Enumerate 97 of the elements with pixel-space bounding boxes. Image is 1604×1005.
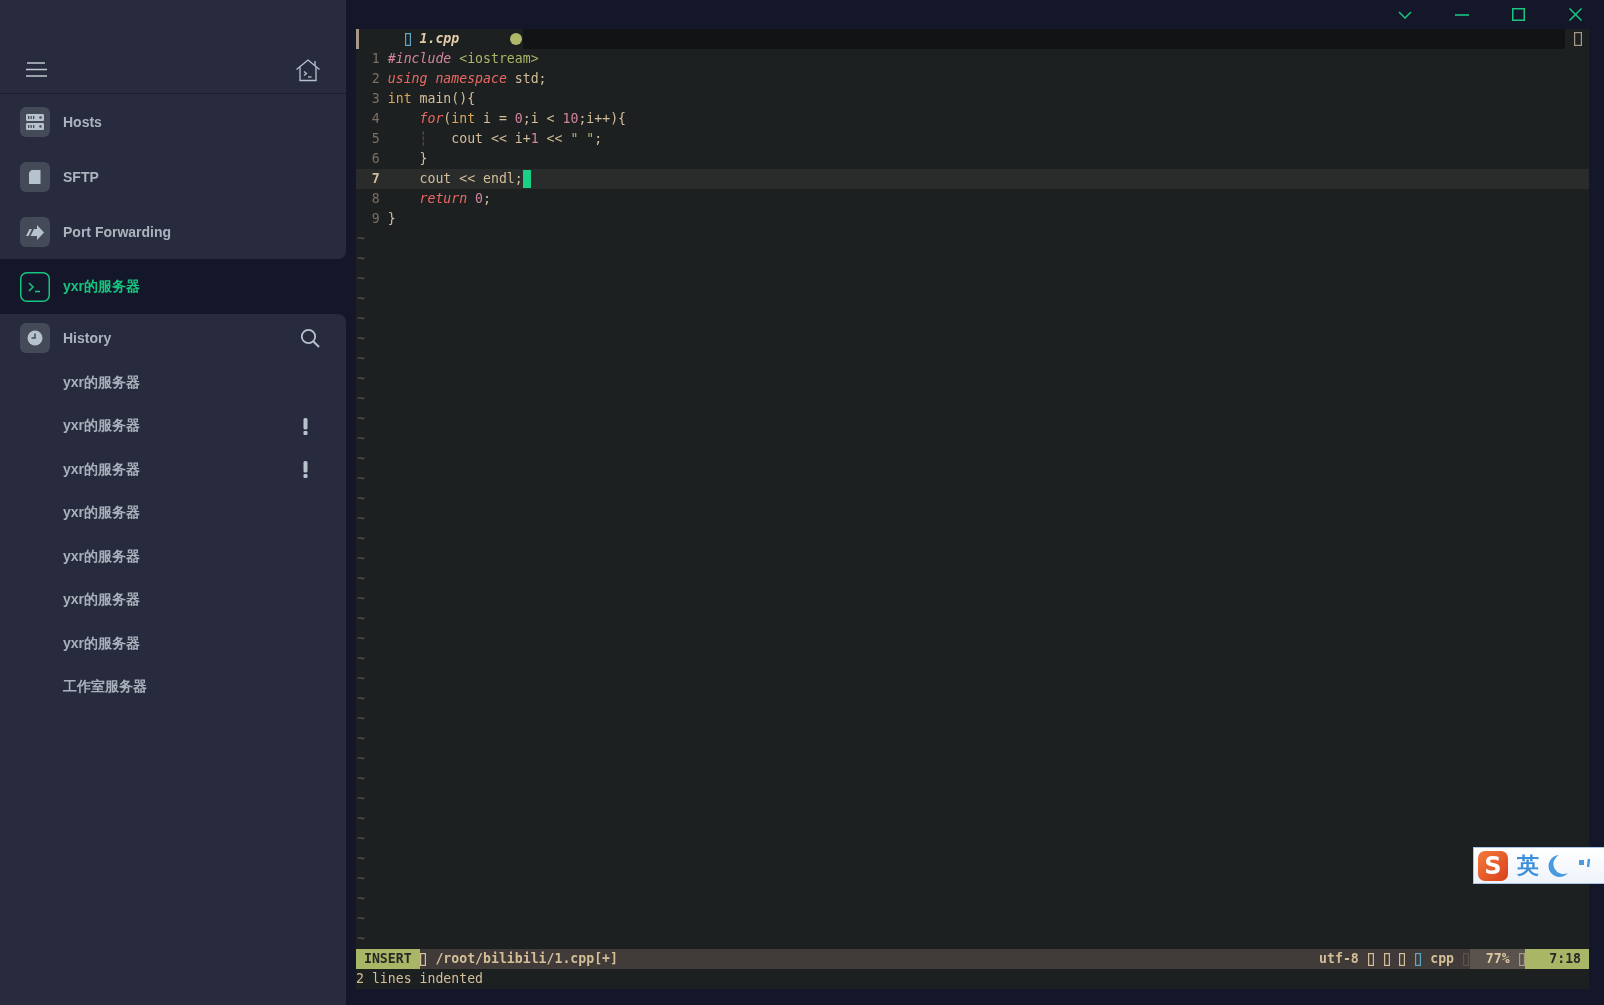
code-line: for(int i = 0;i < 10;i++){ — [419, 110, 626, 128]
empty-line-marker: ~ — [357, 810, 365, 828]
file-path: /root/bilibili/1.cpp[+] — [435, 950, 618, 968]
empty-line-marker: ~ — [357, 670, 365, 688]
sidebar-item[interactable]: Port Forwarding — [0, 204, 346, 259]
code-line: cout << endl; — [419, 170, 523, 188]
scroll-percent: 77% — [1485, 950, 1510, 968]
editor-tab[interactable]: 1.cpp — [356, 29, 523, 49]
line-number: 1 — [371, 50, 380, 68]
empty-line-marker: ~ — [357, 730, 365, 748]
empty-line-marker: ~ — [357, 230, 365, 248]
line-number: 6 — [371, 150, 380, 168]
empty-line-marker: ~ — [357, 570, 365, 588]
command-message: 2 lines indented — [356, 970, 484, 988]
empty-line-marker: ~ — [357, 750, 365, 768]
menu-icon[interactable] — [26, 62, 48, 77]
history-heading: History — [63, 329, 112, 346]
history-item[interactable]: yxr的服务器 — [0, 491, 346, 535]
missing-glyph-icon — [420, 952, 427, 966]
missing-glyph-icon — [1518, 952, 1525, 966]
missing-glyph-icon — [1399, 952, 1406, 966]
empty-line-marker: ~ — [357, 610, 365, 628]
history-item[interactable]: yxr的服务器 — [0, 622, 346, 666]
empty-line-marker: ~ — [357, 650, 365, 668]
missing-glyph-icon — [1383, 952, 1390, 966]
empty-line-marker: ~ — [357, 870, 365, 888]
file-icon — [20, 161, 50, 192]
empty-line-marker: ~ — [357, 490, 365, 508]
clock-icon — [20, 322, 50, 353]
terminal-icon — [20, 271, 50, 302]
server-icon — [20, 106, 50, 137]
history-item[interactable]: yxr的服务器 — [0, 448, 346, 492]
history-item[interactable]: yxr的服务器 — [0, 404, 346, 448]
code-line: int main(){ — [387, 90, 476, 108]
line-number: 8 — [371, 190, 380, 208]
glyph-box-icon[interactable] — [1565, 29, 1589, 49]
empty-line-marker: ~ — [357, 270, 365, 288]
history-item[interactable]: yxr的服务器 — [0, 361, 346, 405]
home-icon[interactable] — [295, 57, 321, 82]
empty-line-marker: ~ — [357, 530, 365, 548]
empty-line-marker: ~ — [357, 450, 365, 468]
missing-glyph-icon — [1415, 952, 1422, 966]
code-line: ┆ cout << i+1 << " "; — [419, 130, 603, 148]
line-number: 2 — [371, 70, 380, 88]
empty-line-marker: ~ — [357, 510, 365, 528]
empty-line-marker: ~ — [357, 830, 365, 848]
minimize-icon — [1454, 13, 1469, 16]
sidebar-item[interactable]: Hosts — [0, 94, 346, 149]
empty-line-marker: ~ — [357, 430, 365, 448]
empty-line-marker: ~ — [357, 390, 365, 408]
line-number: 4 — [371, 110, 380, 128]
empty-line-marker: ~ — [357, 470, 365, 488]
missing-glyph-icon — [404, 32, 411, 46]
empty-line-marker: ~ — [357, 310, 365, 328]
missing-glyph-icon — [1367, 952, 1374, 966]
code-line: return 0; — [419, 190, 491, 208]
empty-line-marker: ~ — [357, 370, 365, 388]
code-line: using namespace std; — [387, 70, 547, 88]
code-line: #include <iostream> — [387, 50, 539, 68]
empty-line-marker: ~ — [357, 890, 365, 908]
ime-logo[interactable]: S — [1478, 850, 1508, 881]
empty-line-marker: ~ — [357, 290, 365, 308]
empty-line-marker: ~ — [357, 850, 365, 868]
empty-line-marker: ~ — [357, 350, 365, 368]
code-line: } — [419, 150, 428, 168]
code-line: } — [387, 210, 396, 228]
search-icon[interactable] — [300, 327, 320, 348]
empty-line-marker: ~ — [357, 590, 365, 608]
input-mode-toggle[interactable]: 英 — [1517, 852, 1539, 879]
history-item[interactable]: yxr的服务器 — [0, 578, 346, 622]
history-item[interactable]: yxr的服务器 — [0, 535, 346, 579]
empty-line-marker: ~ — [357, 910, 365, 928]
empty-line-marker: ~ — [357, 690, 365, 708]
line-number: 3 — [371, 90, 380, 108]
empty-line-marker: ~ — [357, 710, 365, 728]
maximize-icon — [1512, 8, 1525, 21]
sidebar-item[interactable]: SFTP — [0, 149, 346, 204]
empty-line-marker: ~ — [357, 790, 365, 808]
moon-icon[interactable] — [1546, 853, 1568, 878]
chevron-down-icon — [1397, 10, 1412, 19]
history-item[interactable]: 工作室服务器 — [0, 665, 346, 709]
empty-line-marker: ~ — [357, 410, 365, 428]
cursor-position: 7:18 — [1525, 949, 1589, 969]
close-icon — [1569, 8, 1582, 21]
empty-line-marker: ~ — [357, 770, 365, 788]
empty-line-marker: ~ — [357, 630, 365, 648]
empty-line-marker: ~ — [357, 330, 365, 348]
empty-line-marker: ~ — [357, 930, 365, 948]
line-number: 9 — [371, 210, 380, 228]
empty-line-marker: ~ — [357, 250, 365, 268]
filetype-label: cpp — [1430, 950, 1455, 968]
encoding-label: utf-8 — [1319, 950, 1359, 968]
mode-indicator: INSERT — [356, 949, 420, 969]
line-number: 5 — [371, 130, 380, 148]
sidebar-item[interactable]: yxr的服务器 — [0, 259, 346, 314]
empty-line-marker: ~ — [357, 550, 365, 568]
line-number: 7 — [371, 170, 380, 188]
